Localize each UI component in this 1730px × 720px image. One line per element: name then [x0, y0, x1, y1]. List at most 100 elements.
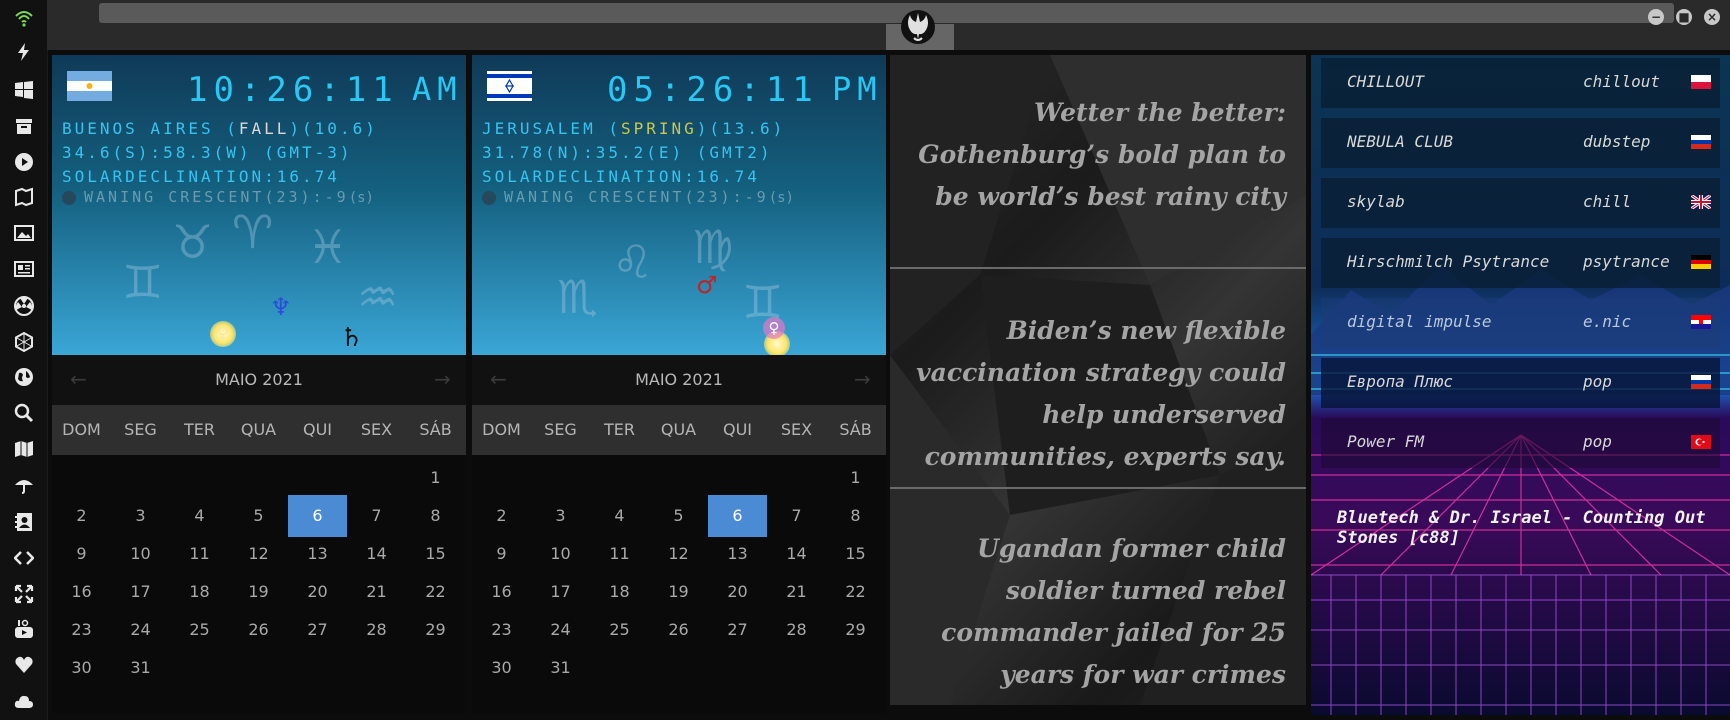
radio-station-row[interactable]: Европа Плюс pop	[1321, 358, 1720, 408]
calendar-day[interactable]: 24	[531, 609, 590, 651]
calendar-day[interactable]: 28	[347, 609, 406, 651]
heart-icon[interactable]	[12, 653, 36, 677]
calendar-day[interactable]: 11	[590, 533, 649, 575]
calendar-day[interactable]: 22	[406, 571, 465, 613]
wifi-icon[interactable]	[12, 6, 36, 30]
calendar-day[interactable]: 9	[52, 533, 111, 575]
calendar-day[interactable]: 20	[288, 571, 347, 613]
calendar-day[interactable]: 11	[170, 533, 229, 575]
maximize-button[interactable]: ■	[1676, 9, 1692, 25]
calendar-day[interactable]: 26	[649, 609, 708, 651]
calendar-day[interactable]: 8	[406, 495, 465, 537]
calendar-day[interactable]: 28	[767, 609, 826, 651]
calendar-day[interactable]: 13	[708, 533, 767, 575]
calendar-day[interactable]: 16	[52, 571, 111, 613]
calendar-day[interactable]: 30	[52, 647, 111, 689]
calendar-day[interactable]: 12	[229, 533, 288, 575]
calendar-day[interactable]: 10	[531, 533, 590, 575]
calendar-day[interactable]: 31	[111, 647, 170, 689]
calendar-day[interactable]: 26	[229, 609, 288, 651]
calendar-day[interactable]: 1	[406, 457, 465, 499]
calendar-day[interactable]: 13	[288, 533, 347, 575]
globe-icon[interactable]	[12, 365, 36, 389]
windows-icon[interactable]	[12, 78, 36, 102]
calendar-day[interactable]: 8	[826, 495, 885, 537]
archive-icon[interactable]	[12, 114, 36, 138]
calendar-day[interactable]: 5	[229, 495, 288, 537]
play-icon[interactable]	[12, 150, 36, 174]
next-month-button[interactable]: →	[434, 367, 451, 391]
calendar-day[interactable]: 2	[472, 495, 531, 537]
next-month-button[interactable]: →	[854, 367, 871, 391]
calendar-day[interactable]: 10	[111, 533, 170, 575]
calendar-day[interactable]: 24	[111, 609, 170, 651]
calendar-day[interactable]: 1	[826, 457, 885, 499]
calendar-day[interactable]: 4	[590, 495, 649, 537]
calendar-day[interactable]: 19	[229, 571, 288, 613]
calendar-day[interactable]: 14	[347, 533, 406, 575]
calendar-day[interactable]: 5	[649, 495, 708, 537]
calendar-day-selected[interactable]: 6	[288, 495, 347, 537]
search-icon[interactable]	[12, 401, 36, 425]
calendar-day[interactable]: 7	[767, 495, 826, 537]
calendar-day[interactable]: 27	[708, 609, 767, 651]
moon-icon	[62, 190, 76, 205]
calendar-day[interactable]: 12	[649, 533, 708, 575]
news-headline[interactable]: Biden’s new flexible vaccination strateg…	[910, 310, 1286, 478]
calendar-day[interactable]: 19	[649, 571, 708, 613]
calendar-day[interactable]: 27	[288, 609, 347, 651]
calendar-day[interactable]: 15	[826, 533, 885, 575]
calendar-day[interactable]: 16	[472, 571, 531, 613]
lightning-icon[interactable]	[12, 40, 36, 64]
cloud-icon[interactable]	[12, 689, 36, 713]
minimize-button[interactable]: −	[1648, 9, 1664, 25]
calendar-day[interactable]: 4	[170, 495, 229, 537]
image-icon[interactable]	[12, 221, 36, 245]
radio-station-row[interactable]: CHILLOUT chillout	[1321, 58, 1720, 108]
news-icon[interactable]	[12, 257, 36, 281]
calendar-day[interactable]: 18	[590, 571, 649, 613]
calendar-day[interactable]: 29	[406, 609, 465, 651]
map-book-icon[interactable]	[12, 185, 36, 209]
youtube-icon[interactable]	[12, 617, 36, 641]
umbrella-icon[interactable]	[12, 473, 36, 497]
calendar-day[interactable]: 14	[767, 533, 826, 575]
calendar-day[interactable]: 31	[531, 647, 590, 689]
calendar-day[interactable]: 20	[708, 571, 767, 613]
contact-icon[interactable]	[12, 510, 36, 534]
calendar-day[interactable]: 21	[767, 571, 826, 613]
address-bar[interactable]	[99, 3, 1674, 23]
calendar-day[interactable]: 29	[826, 609, 885, 651]
calendar-day[interactable]: 3	[531, 495, 590, 537]
calendar-day[interactable]: 25	[170, 609, 229, 651]
calendar-day[interactable]: 15	[406, 533, 465, 575]
calendar-day[interactable]: 17	[111, 571, 170, 613]
radio-station-row[interactable]: Power FM pop	[1321, 418, 1720, 468]
calendar-day[interactable]: 21	[347, 571, 406, 613]
code-icon[interactable]	[12, 546, 36, 570]
calendar-day[interactable]: 25	[590, 609, 649, 651]
radio-station-row[interactable]: Hirschmilch Psytrance psytrance	[1321, 238, 1720, 288]
news-headline[interactable]: Wetter the better: Gothenburg’s bold pla…	[910, 92, 1286, 218]
radio-station-row[interactable]: NEBULA CLUB dubstep	[1321, 118, 1720, 168]
radiation-icon[interactable]	[12, 294, 36, 318]
calendar-day[interactable]: 23	[52, 609, 111, 651]
calendar-day[interactable]: 3	[111, 495, 170, 537]
expand-icon[interactable]	[12, 582, 36, 606]
radio-station-row[interactable]: digital impulse e.nic	[1321, 298, 1720, 348]
calendar-day[interactable]: 9	[472, 533, 531, 575]
rebel-alliance-logo-icon[interactable]	[899, 8, 937, 46]
calendar-day[interactable]: 23	[472, 609, 531, 651]
calendar-day[interactable]: 18	[170, 571, 229, 613]
calendar-day[interactable]: 30	[472, 647, 531, 689]
calendar-day[interactable]: 22	[826, 571, 885, 613]
calendar-day[interactable]: 2	[52, 495, 111, 537]
calendar-day[interactable]: 17	[531, 571, 590, 613]
calendar-day-selected[interactable]: 6	[708, 495, 767, 537]
hexagon-icon[interactable]	[12, 330, 36, 354]
calendar-day[interactable]: 7	[347, 495, 406, 537]
radio-station-row[interactable]: skylab chill	[1321, 178, 1720, 228]
news-headline[interactable]: Ugandan former child soldier turned rebe…	[910, 528, 1286, 696]
map-icon[interactable]	[12, 437, 36, 461]
close-button[interactable]: ×	[1704, 9, 1720, 25]
